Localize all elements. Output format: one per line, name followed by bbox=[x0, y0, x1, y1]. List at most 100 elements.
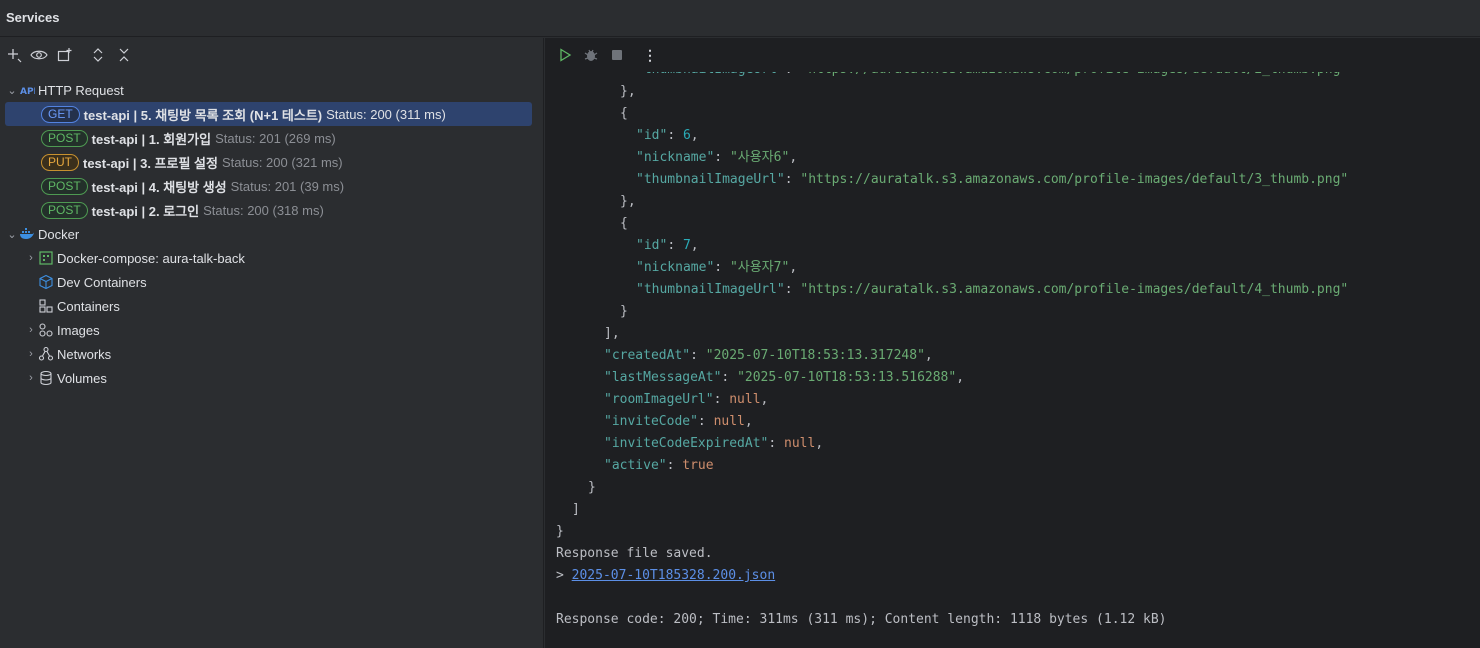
punctuation: , bbox=[690, 238, 699, 253]
response-file-link[interactable]: 2025-07-10T185328.200.json bbox=[572, 568, 776, 583]
punctuation: : bbox=[666, 458, 683, 473]
response-line: }, bbox=[556, 191, 1480, 213]
punctuation: , bbox=[956, 370, 965, 385]
response-line: "nickname": "사용자6", bbox=[556, 147, 1480, 169]
punctuation: }, bbox=[620, 84, 636, 99]
new-tab-icon[interactable] bbox=[55, 45, 75, 65]
request-name: test-api | 5. 채팅방 목록 조회 (N+1 테스트) bbox=[83, 107, 323, 123]
json-value: null bbox=[784, 436, 816, 451]
json-key: "thumbnailImageUrl" bbox=[636, 172, 785, 187]
database-icon bbox=[38, 370, 54, 386]
chevron-right-icon[interactable]: › bbox=[24, 252, 38, 264]
request-item[interactable]: POST test-api | 2. 로그인 Status: 200 (318 … bbox=[5, 198, 532, 222]
title-bar: Services bbox=[0, 0, 1480, 37]
punctuation: : bbox=[697, 414, 714, 429]
chevron-right-icon[interactable]: › bbox=[24, 372, 38, 384]
tree-node-networks[interactable]: › Networks bbox=[5, 342, 532, 366]
punctuation: : bbox=[714, 260, 730, 275]
api-icon: API bbox=[19, 82, 37, 98]
tree-node-dev-containers[interactable]: Dev Containers bbox=[5, 270, 532, 294]
response-body: "thumbnailImageUrl": "https://auratalk.s… bbox=[556, 72, 1480, 648]
response-line: "thumbnailImageUrl": "https://auratalk.s… bbox=[556, 279, 1480, 301]
json-value: "사용자6" bbox=[729, 150, 790, 165]
json-value: "2025-07-10T18:53:13.516288" bbox=[737, 370, 957, 385]
punctuation: { bbox=[620, 216, 628, 231]
method-badge: POST bbox=[41, 177, 88, 195]
punctuation: ], bbox=[604, 326, 620, 341]
punctuation: : bbox=[784, 282, 801, 297]
response-line: "inviteCodeExpiredAt": null, bbox=[556, 433, 1480, 455]
request-item[interactable]: GET test-api | 5. 채팅방 목록 조회 (N+1 테스트) St… bbox=[5, 102, 532, 126]
response-toolbar: ⋮ bbox=[545, 38, 1480, 72]
docker-label: Docker bbox=[38, 226, 80, 242]
response-line: "nickname": "사용자7", bbox=[556, 257, 1480, 279]
add-service-icon[interactable] bbox=[4, 45, 24, 65]
tree-node-volumes[interactable]: › Volumes bbox=[5, 366, 532, 390]
debug-icon[interactable] bbox=[581, 45, 601, 65]
response-line: } bbox=[556, 301, 1480, 323]
json-key: "id" bbox=[636, 128, 668, 143]
punctuation: , bbox=[789, 260, 798, 275]
tree-node-docker-compose[interactable]: › Docker-compose: aura-talk-back bbox=[5, 246, 532, 270]
request-status: Status: 201 (39 ms) bbox=[230, 178, 345, 194]
method-badge: POST bbox=[41, 129, 88, 147]
response-line: "id": 7, bbox=[556, 235, 1480, 257]
punctuation: : bbox=[714, 150, 730, 165]
punctuation: : bbox=[713, 392, 730, 407]
json-key: "inviteCodeExpiredAt" bbox=[604, 436, 769, 451]
json-value: "https://auratalk.s3.amazonaws.com/profi… bbox=[800, 72, 1348, 77]
response-line: "inviteCode": null, bbox=[556, 411, 1480, 433]
json-value: "https://auratalk.s3.amazonaws.com/profi… bbox=[800, 172, 1349, 187]
request-status: Status: 201 (269 ms) bbox=[215, 130, 336, 146]
json-key: "inviteCode" bbox=[604, 414, 698, 429]
more-options-icon[interactable]: ⋮ bbox=[640, 45, 660, 65]
punctuation: Response file saved. bbox=[556, 546, 713, 561]
response-line: Response file saved. bbox=[556, 543, 1480, 565]
docker-compose-icon bbox=[38, 250, 54, 266]
response-line bbox=[556, 587, 1480, 609]
run-icon[interactable] bbox=[555, 45, 575, 65]
chevron-down-icon[interactable]: ⌄ bbox=[5, 228, 19, 241]
dev-containers-label: Dev Containers bbox=[57, 274, 147, 290]
json-key: "lastMessageAt" bbox=[604, 370, 722, 385]
services-toolbar bbox=[0, 38, 544, 72]
response-line: "roomImageUrl": null, bbox=[556, 389, 1480, 411]
response-line: ] bbox=[556, 499, 1480, 521]
svg-text:API: API bbox=[20, 87, 35, 97]
punctuation: : bbox=[721, 370, 738, 385]
stop-icon[interactable] bbox=[607, 45, 627, 65]
json-value: "https://auratalk.s3.amazonaws.com/profi… bbox=[800, 282, 1349, 297]
punctuation: : bbox=[768, 436, 785, 451]
punctuation: : bbox=[667, 128, 683, 143]
request-item[interactable]: POST test-api | 4. 채팅방 생성 Status: 201 (3… bbox=[5, 174, 532, 198]
response-line: "lastMessageAt": "2025-07-10T18:53:13.51… bbox=[556, 367, 1480, 389]
punctuation: , bbox=[815, 436, 824, 451]
containers-label: Containers bbox=[57, 298, 120, 314]
json-key: "active" bbox=[604, 458, 667, 473]
chevron-right-icon[interactable]: › bbox=[24, 348, 38, 360]
http-request-label: HTTP Request bbox=[38, 82, 124, 98]
punctuation: : bbox=[785, 72, 801, 77]
tree-node-http-request[interactable]: ⌄ API HTTP Request bbox=[5, 78, 532, 102]
docker-compose-label: Docker-compose: aura-talk-back bbox=[57, 250, 245, 266]
cube-icon bbox=[38, 274, 54, 290]
punctuation: : bbox=[784, 172, 801, 187]
tree-node-containers[interactable]: Containers bbox=[5, 294, 532, 318]
chevron-down-icon[interactable]: ⌄ bbox=[5, 84, 19, 97]
punctuation: , bbox=[789, 150, 798, 165]
request-item[interactable]: POST test-api | 1. 회원가입 Status: 201 (269… bbox=[5, 126, 532, 150]
tree-node-images[interactable]: › Images bbox=[5, 318, 532, 342]
response-line: { bbox=[556, 213, 1480, 235]
chevron-right-icon[interactable]: › bbox=[24, 324, 38, 336]
response-line: > 2025-07-10T185328.200.json bbox=[556, 565, 1480, 587]
expand-all-icon[interactable] bbox=[88, 45, 108, 65]
punctuation: } bbox=[588, 480, 596, 495]
eye-icon[interactable] bbox=[29, 45, 49, 65]
request-item[interactable]: PUT test-api | 3. 프로필 설정 Status: 200 (32… bbox=[5, 150, 532, 174]
tree-node-docker[interactable]: ⌄ Docker bbox=[5, 222, 532, 246]
request-name: test-api | 4. 채팅방 생성 bbox=[91, 179, 227, 195]
collapse-all-icon[interactable] bbox=[114, 45, 134, 65]
json-value: "사용자7" bbox=[729, 260, 790, 275]
method-badge: POST bbox=[41, 201, 88, 219]
json-value: 6 bbox=[682, 128, 691, 143]
